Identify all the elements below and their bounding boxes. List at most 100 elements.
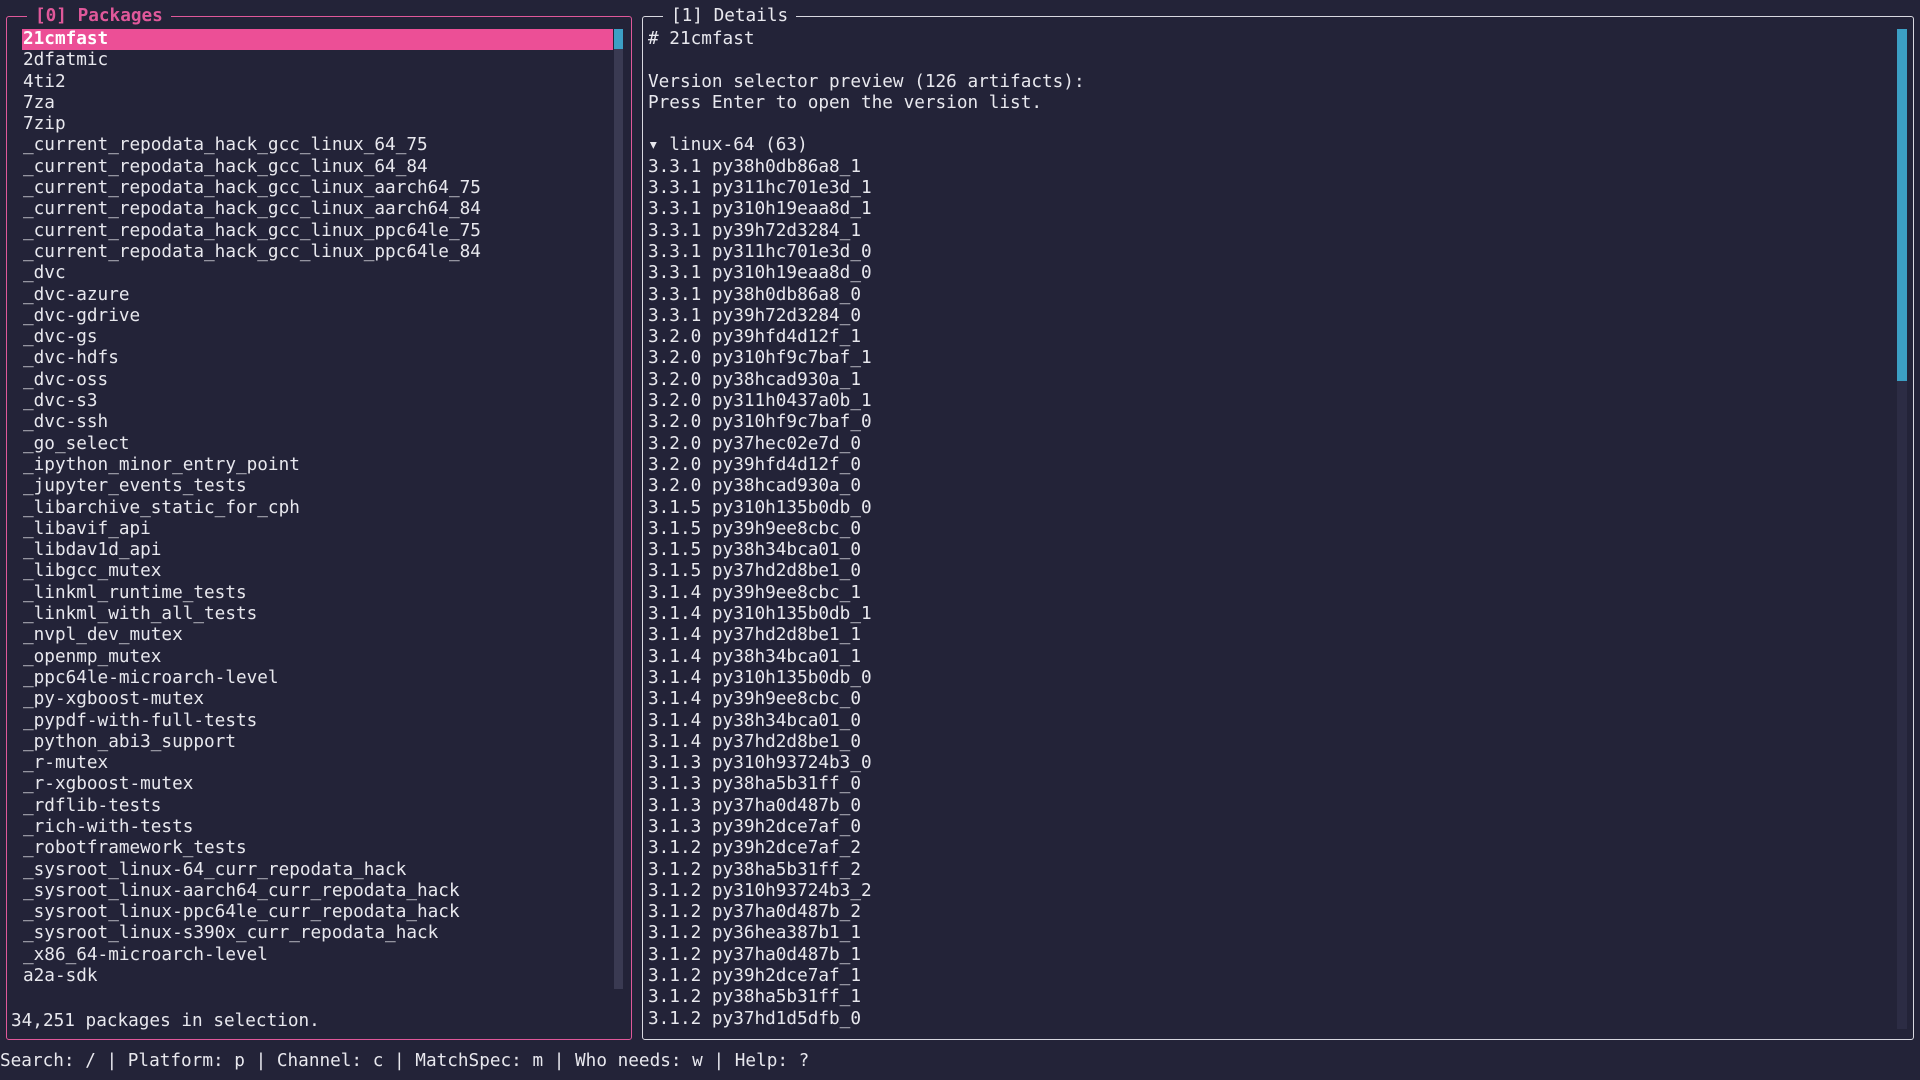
version-item[interactable]: 3.1.2 py38ha5b31ff_2 bbox=[648, 860, 1888, 881]
package-item[interactable]: _nvpl_dev_mutex bbox=[22, 625, 622, 646]
version-item[interactable]: 3.2.0 py310hf9c7baf_0 bbox=[648, 412, 1888, 433]
package-item[interactable]: _libavif_api bbox=[22, 519, 622, 540]
package-item[interactable]: _rich-with-tests bbox=[22, 817, 622, 838]
packages-status: 34,251 packages in selection. bbox=[11, 1011, 320, 1031]
version-item[interactable]: 3.1.4 py38h34bca01_1 bbox=[648, 647, 1888, 668]
version-item[interactable]: 3.3.1 py38h0db86a8_0 bbox=[648, 285, 1888, 306]
version-list[interactable]: 3.3.1 py38h0db86a8_1 3.3.1 py311hc701e3d_… bbox=[648, 157, 1888, 1030]
package-item[interactable]: _openmp_mutex bbox=[22, 647, 622, 668]
package-item[interactable]: _sysroot_linux-ppc64le_curr_repodata_hac… bbox=[22, 902, 622, 923]
version-item[interactable]: 3.1.4 py310h135b0db_0 bbox=[648, 668, 1888, 689]
package-item[interactable]: _dvc-ssh bbox=[22, 412, 622, 433]
version-item[interactable]: 3.2.0 py38hcad930a_1 bbox=[648, 370, 1888, 391]
package-item[interactable]: _sysroot_linux-aarch64_curr_repodata_hac… bbox=[22, 881, 622, 902]
package-item[interactable]: _libgcc_mutex bbox=[22, 561, 622, 582]
version-item[interactable]: 3.2.0 py38hcad930a_0 bbox=[648, 476, 1888, 497]
version-item[interactable]: 3.1.2 py37ha0d487b_1 bbox=[648, 945, 1888, 966]
package-item[interactable]: _dvc-s3 bbox=[22, 391, 622, 412]
package-item[interactable]: _robotframework_tests bbox=[22, 838, 622, 859]
version-item[interactable]: 3.1.4 py310h135b0db_1 bbox=[648, 604, 1888, 625]
package-item[interactable]: _dvc-gs bbox=[22, 327, 622, 348]
version-item[interactable]: 3.2.0 py311h0437a0b_1 bbox=[648, 391, 1888, 412]
package-item[interactable]: _current_repodata_hack_gcc_linux_ppc64le… bbox=[22, 242, 622, 263]
platform-group-header[interactable]: ▾ linux-64 (63) bbox=[648, 135, 1888, 156]
package-item[interactable]: _current_repodata_hack_gcc_linux_aarch64… bbox=[22, 199, 622, 220]
package-item[interactable]: 4ti2 bbox=[22, 72, 622, 93]
package-item[interactable]: _dvc-oss bbox=[22, 370, 622, 391]
version-item[interactable]: 3.1.2 py39h2dce7af_2 bbox=[648, 838, 1888, 859]
version-item[interactable]: 3.1.4 py39h9ee8cbc_1 bbox=[648, 583, 1888, 604]
package-item[interactable]: _sysroot_linux-s390x_curr_repodata_hack bbox=[22, 923, 622, 944]
details-panel-title[interactable]: [1] Details bbox=[663, 5, 797, 27]
version-item[interactable]: 3.1.2 py39h2dce7af_1 bbox=[648, 966, 1888, 987]
package-item-selected[interactable]: 21cmfast bbox=[22, 29, 613, 51]
version-item[interactable]: 3.2.0 py39hfd4d12f_1 bbox=[648, 327, 1888, 348]
version-item[interactable]: 3.1.2 py37hd1d5dfb_0 bbox=[648, 1009, 1888, 1030]
version-item[interactable]: 3.1.2 py38ha5b31ff_1 bbox=[648, 987, 1888, 1008]
version-item[interactable]: 3.1.3 py310h93724b3_0 bbox=[648, 753, 1888, 774]
version-item[interactable]: 3.2.0 py37hec02e7d_0 bbox=[648, 434, 1888, 455]
version-item[interactable]: 3.2.0 py310hf9c7baf_1 bbox=[648, 348, 1888, 369]
package-item[interactable]: _libarchive_static_for_cph bbox=[22, 498, 622, 519]
package-item[interactable]: _go_select bbox=[22, 434, 622, 455]
details-panel[interactable]: [1] Details # 21cmfast Version selector … bbox=[642, 5, 1914, 1040]
package-item[interactable]: 7zip bbox=[22, 114, 622, 135]
package-item[interactable]: _ipython_minor_entry_point bbox=[22, 455, 622, 476]
package-item[interactable]: _dvc-azure bbox=[22, 285, 622, 306]
package-item[interactable]: _current_repodata_hack_gcc_linux_64_75 bbox=[22, 135, 622, 156]
version-item[interactable]: 3.1.4 py37hd2d8be1_0 bbox=[648, 732, 1888, 753]
version-item[interactable]: 3.1.2 py37ha0d487b_2 bbox=[648, 902, 1888, 923]
version-item[interactable]: 3.3.1 py39h72d3284_0 bbox=[648, 306, 1888, 327]
package-item[interactable]: a2a-sdk bbox=[22, 966, 622, 987]
package-item[interactable]: _pypdf-with-full-tests bbox=[22, 711, 622, 732]
package-list[interactable]: 21cmfast 2dfatmic 4ti2 7za 7zip _current_repo… bbox=[22, 29, 622, 987]
package-item[interactable]: _current_repodata_hack_gcc_linux_aarch64… bbox=[22, 178, 622, 199]
version-item[interactable]: 3.1.5 py310h135b0db_0 bbox=[648, 498, 1888, 519]
version-item[interactable]: 3.1.2 py310h93724b3_2 bbox=[648, 881, 1888, 902]
package-item[interactable]: _linkml_with_all_tests bbox=[22, 604, 622, 625]
version-item[interactable]: 3.3.1 py311hc701e3d_1 bbox=[648, 178, 1888, 199]
version-item[interactable]: 3.1.4 py39h9ee8cbc_0 bbox=[648, 689, 1888, 710]
package-item[interactable]: _x86_64-microarch-level bbox=[22, 945, 622, 966]
packages-panel[interactable]: [0] Packages 21cmfast 2dfatmic 4ti2 7za 7zip… bbox=[6, 5, 632, 1040]
package-item[interactable]: _current_repodata_hack_gcc_linux_ppc64le… bbox=[22, 221, 622, 242]
package-item[interactable]: _rdflib-tests bbox=[22, 796, 622, 817]
version-item[interactable]: 3.1.3 py37ha0d487b_0 bbox=[648, 796, 1888, 817]
version-item[interactable]: 3.1.4 py37hd2d8be1_1 bbox=[648, 625, 1888, 646]
version-item[interactable]: 3.3.1 py38h0db86a8_1 bbox=[648, 157, 1888, 178]
package-item[interactable]: _python_abi3_support bbox=[22, 732, 622, 753]
package-item[interactable]: 7za bbox=[22, 93, 622, 114]
package-item[interactable]: _ppc64le-microarch-level bbox=[22, 668, 622, 689]
package-item[interactable]: _dvc bbox=[22, 263, 622, 284]
package-item[interactable]: _dvc-gdrive bbox=[22, 306, 622, 327]
version-item[interactable]: 3.3.1 py310h19eaa8d_1 bbox=[648, 199, 1888, 220]
package-heading: # 21cmfast bbox=[648, 29, 755, 49]
version-item[interactable]: 3.3.1 py311hc701e3d_0 bbox=[648, 242, 1888, 263]
packages-scrollbar-thumb[interactable] bbox=[614, 29, 623, 49]
version-item[interactable]: 3.1.2 py36hea387b1_1 bbox=[648, 923, 1888, 944]
package-item[interactable]: _dvc-hdfs bbox=[22, 348, 622, 369]
package-item[interactable]: _r-mutex bbox=[22, 753, 622, 774]
version-item[interactable]: 3.1.3 py39h2dce7af_0 bbox=[648, 817, 1888, 838]
package-item[interactable]: _sysroot_linux-64_curr_repodata_hack bbox=[22, 860, 622, 881]
packages-panel-title[interactable]: [0] Packages bbox=[27, 5, 171, 27]
version-item[interactable]: 3.1.5 py37hd2d8be1_0 bbox=[648, 561, 1888, 582]
package-item[interactable]: _current_repodata_hack_gcc_linux_64_84 bbox=[22, 157, 622, 178]
version-item[interactable]: 3.3.1 py310h19eaa8d_0 bbox=[648, 263, 1888, 284]
package-item[interactable]: _libdav1d_api bbox=[22, 540, 622, 561]
version-item[interactable]: 3.1.3 py38ha5b31ff_0 bbox=[648, 774, 1888, 795]
version-item[interactable]: 3.1.5 py39h9ee8cbc_0 bbox=[648, 519, 1888, 540]
version-item[interactable]: 3.1.4 py38h34bca01_0 bbox=[648, 711, 1888, 732]
package-item[interactable]: _r-xgboost-mutex bbox=[22, 774, 622, 795]
package-item[interactable]: _linkml_runtime_tests bbox=[22, 583, 622, 604]
package-item[interactable]: _py-xgboost-mutex bbox=[22, 689, 622, 710]
packages-scrollbar-track[interactable] bbox=[614, 29, 623, 989]
package-item[interactable]: 2dfatmic bbox=[22, 50, 622, 71]
details-scrollbar-thumb[interactable] bbox=[1897, 29, 1907, 381]
version-item[interactable]: 3.1.5 py38h34bca01_0 bbox=[648, 540, 1888, 561]
version-item[interactable]: 3.2.0 py39hfd4d12f_0 bbox=[648, 455, 1888, 476]
version-item[interactable]: 3.3.1 py39h72d3284_1 bbox=[648, 221, 1888, 242]
package-item[interactable]: _jupyter_events_tests bbox=[22, 476, 622, 497]
